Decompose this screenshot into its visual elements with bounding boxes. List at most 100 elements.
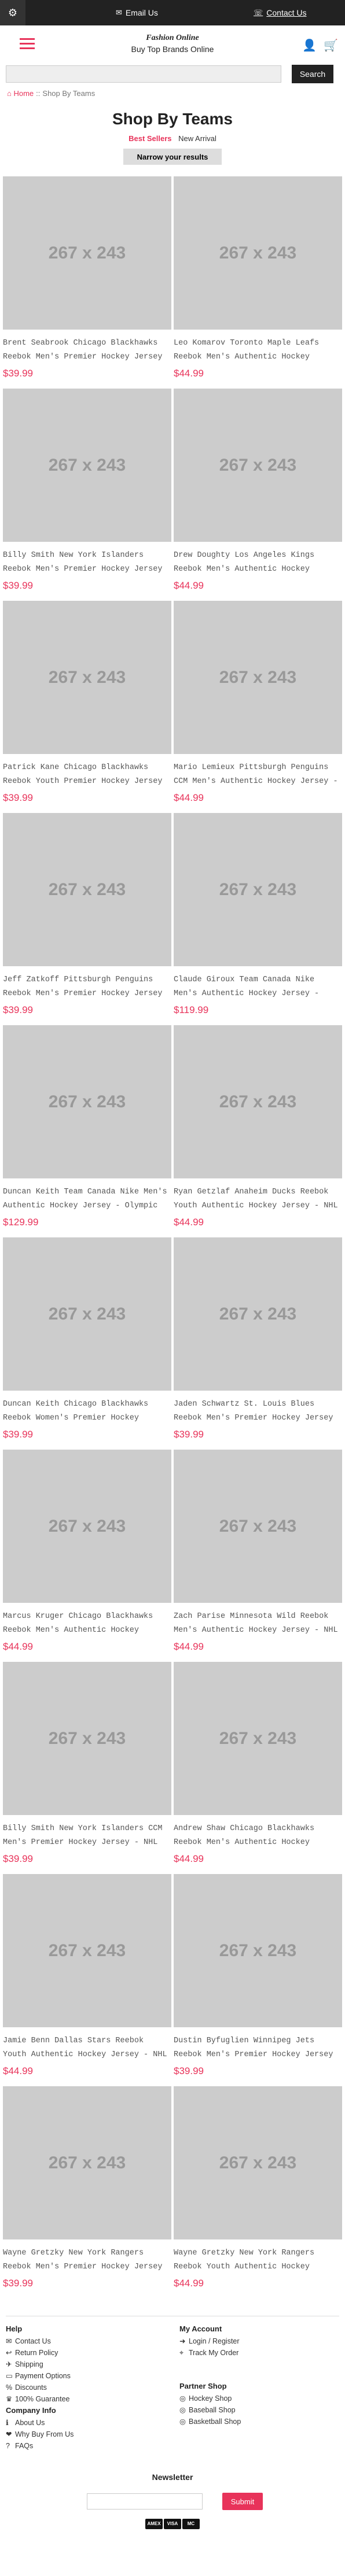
product-card[interactable]: 267 x 243 Ryan Getzlaf Anaheim Ducks Reeb… — [174, 1025, 342, 1237]
brand-tagline: Buy Top Brands Online — [131, 45, 214, 54]
search-input[interactable] — [6, 65, 281, 83]
sort-tabs: Best Sellers New Arrival — [0, 134, 345, 143]
product-card[interactable]: 267 x 243 Wayne Gretzky New York Rangers … — [3, 2086, 171, 2298]
product-name[interactable]: Wayne Gretzky New York Rangers Reebok Me… — [3, 2246, 171, 2274]
product-card[interactable]: 267 x 243 Drew Doughty Los Angeles Kings … — [174, 389, 342, 600]
product-card[interactable]: 267 x 243 Billy Smith New York Islanders … — [3, 1662, 171, 1873]
product-name[interactable]: Claude Giroux Team Canada Nike Men's Aut… — [174, 973, 342, 1001]
product-card[interactable]: 267 x 243 Mario Lemieux Pittsburgh Pengui… — [174, 601, 342, 812]
footer-partner-link[interactable]: ◎ Basketball Shop — [179, 2416, 241, 2427]
footer-company-link[interactable]: ? FAQs — [6, 2440, 74, 2452]
product-name[interactable]: Jaden Schwartz St. Louis Blues Reebok Me… — [174, 1398, 342, 1425]
footer-help-link[interactable]: ♛ 100% Guarantee — [6, 2393, 74, 2405]
product-name[interactable]: Billy Smith New York Islanders Reebok Me… — [3, 549, 171, 576]
product-name[interactable]: Drew Doughty Los Angeles Kings Reebok Me… — [174, 549, 342, 576]
product-name[interactable]: Brent Seabrook Chicago Blackhawks Reebok… — [3, 337, 171, 364]
product-card[interactable]: 267 x 243 Duncan Keith Chicago Blackhawks… — [3, 1237, 171, 1449]
product-name[interactable]: Billy Smith New York Islanders CCM Men's… — [3, 1822, 171, 1850]
email-us-link[interactable]: ✉ Email Us — [116, 0, 158, 25]
brand-logo[interactable]: Fashion Online Buy Top Brands Online — [0, 34, 345, 54]
product-card[interactable]: 267 x 243 Brent Seabrook Chicago Blackhaw… — [3, 176, 171, 388]
search-button[interactable]: Search — [292, 65, 333, 83]
product-price: $44.99 — [174, 792, 204, 803]
product-image[interactable]: 267 x 243 — [174, 389, 342, 542]
product-card[interactable]: 267 x 243 Dustin Byfuglien Winnipeg Jets … — [174, 1874, 342, 2086]
product-image[interactable]: 267 x 243 — [3, 1450, 171, 1603]
product-card[interactable]: 267 x 243 Wayne Gretzky New York Rangers … — [174, 2086, 342, 2298]
newsletter-section: Newsletter — [6, 2472, 339, 2482]
product-name[interactable]: Mario Lemieux Pittsburgh Penguins CCM Me… — [174, 761, 342, 789]
cart-icon[interactable]: 🛒 — [324, 38, 338, 53]
product-image[interactable]: 267 x 243 — [3, 1237, 171, 1391]
product-card[interactable]: 267 x 243 Andrew Shaw Chicago Blackhawks … — [174, 1662, 342, 1873]
product-name[interactable]: Ryan Getzlaf Anaheim Ducks Reebok Youth … — [174, 1185, 342, 1213]
product-name[interactable]: Andrew Shaw Chicago Blackhawks Reebok Me… — [174, 1822, 342, 1850]
product-price: $44.99 — [3, 1641, 33, 1652]
footer-help-link[interactable]: % Discounts — [6, 2382, 74, 2393]
product-card[interactable]: 267 x 243 Jaden Schwartz St. Louis Blues … — [174, 1237, 342, 1449]
product-image[interactable]: 267 x 243 — [174, 2086, 342, 2239]
product-price: $39.99 — [3, 1429, 33, 1440]
product-name[interactable]: Zach Parise Minnesota Wild Reebok Men's … — [174, 1610, 342, 1638]
product-name[interactable]: Jeff Zatkoff Pittsburgh Penguins Reebok … — [3, 973, 171, 1001]
product-image[interactable]: 267 x 243 — [3, 176, 171, 330]
product-card[interactable]: 267 x 243 Zach Parise Minnesota Wild Reeb… — [174, 1450, 342, 1661]
footer-help-link[interactable]: ↩ Return Policy — [6, 2347, 74, 2359]
newsletter-submit-button[interactable]: Submit — [222, 2493, 263, 2510]
product-name[interactable]: Wayne Gretzky New York Rangers Reebok Yo… — [174, 2246, 342, 2274]
breadcrumb-separator: :: — [36, 88, 41, 98]
sort-best-sellers[interactable]: Best Sellers — [129, 134, 171, 143]
footer-account-link[interactable]: ⌖ Track My Order — [179, 2347, 241, 2359]
product-card[interactable]: 267 x 243 Jeff Zatkoff Pittsburgh Penguin… — [3, 813, 171, 1025]
footer-company-link-icon: ❤ — [6, 2430, 12, 2438]
product-card[interactable]: 267 x 243 Jamie Benn Dallas Stars Reebok … — [3, 1874, 171, 2086]
product-card[interactable]: 267 x 243 Leo Komarov Toronto Maple Leafs… — [174, 176, 342, 388]
product-image[interactable]: 267 x 243 — [174, 1025, 342, 1178]
footer-account-link[interactable]: ➜ Login / Register — [179, 2335, 241, 2347]
footer-partner-link[interactable]: ◎ Baseball Shop — [179, 2404, 241, 2416]
product-image[interactable]: 267 x 243 — [3, 1025, 171, 1178]
product-image[interactable]: 267 x 243 — [3, 1874, 171, 2027]
product-card[interactable]: 267 x 243 Marcus Kruger Chicago Blackhawk… — [3, 1450, 171, 1661]
product-name[interactable]: Duncan Keith Team Canada Nike Men's Auth… — [3, 1185, 171, 1213]
product-card[interactable]: 267 x 243 Claude Giroux Team Canada Nike … — [174, 813, 342, 1025]
sort-new-arrival[interactable]: New Arrival — [178, 134, 216, 143]
footer-company-link-icon: ? — [6, 2442, 10, 2450]
product-image[interactable]: 267 x 243 — [174, 813, 342, 966]
product-image[interactable]: 267 x 243 — [174, 601, 342, 754]
product-card[interactable]: 267 x 243 Duncan Keith Team Canada Nike M… — [3, 1025, 171, 1237]
product-name[interactable]: Marcus Kruger Chicago Blackhawks Reebok … — [3, 1610, 171, 1638]
footer-help-link[interactable]: ✈ Shipping — [6, 2359, 74, 2370]
contact-us-link[interactable]: ☏ Contact Us — [254, 0, 307, 25]
newsletter-email-input[interactable] — [87, 2493, 203, 2510]
user-icon[interactable]: 👤 — [302, 38, 317, 53]
product-image[interactable]: 267 x 243 — [174, 1874, 342, 2027]
product-image[interactable]: 267 x 243 — [3, 601, 171, 754]
home-icon: ⌂ — [7, 88, 12, 98]
product-name[interactable]: Jamie Benn Dallas Stars Reebok Youth Aut… — [3, 2034, 171, 2062]
product-image[interactable]: 267 x 243 — [3, 1662, 171, 1815]
footer-help-link[interactable]: ▭ Payment Options — [6, 2370, 74, 2382]
product-image[interactable]: 267 x 243 — [3, 813, 171, 966]
product-name[interactable]: Duncan Keith Chicago Blackhawks Reebok W… — [3, 1398, 171, 1425]
product-image[interactable]: 267 x 243 — [174, 1237, 342, 1391]
footer-help-link[interactable]: ✉ Contact Us — [6, 2335, 74, 2347]
product-image[interactable]: 267 x 243 — [174, 1450, 342, 1603]
product-card[interactable]: 267 x 243 Patrick Kane Chicago Blackhawks… — [3, 601, 171, 812]
footer-partner-link[interactable]: ◎ Hockey Shop — [179, 2393, 241, 2404]
product-image[interactable]: 267 x 243 — [3, 2086, 171, 2239]
breadcrumb-home[interactable]: ⌂ Home — [7, 89, 34, 98]
settings-button[interactable]: ⚙ — [0, 0, 25, 25]
payment-card-icon: VISA — [164, 2519, 181, 2529]
product-name[interactable]: Patrick Kane Chicago Blackhawks Reebok Y… — [3, 761, 171, 789]
product-image[interactable]: 267 x 243 — [174, 176, 342, 330]
product-card[interactable]: 267 x 243 Billy Smith New York Islanders … — [3, 389, 171, 600]
narrow-results-button[interactable]: Narrow your results — [123, 149, 222, 165]
footer-partner-title: Partner Shop — [179, 2382, 227, 2390]
footer-company-link[interactable]: ℹ About Us — [6, 2417, 74, 2429]
product-name[interactable]: Leo Komarov Toronto Maple Leafs Reebok M… — [174, 337, 342, 364]
product-name[interactable]: Dustin Byfuglien Winnipeg Jets Reebok Me… — [174, 2034, 342, 2062]
footer-company-link[interactable]: ❤ Why Buy From Us — [6, 2429, 74, 2440]
product-image[interactable]: 267 x 243 — [3, 389, 171, 542]
product-image[interactable]: 267 x 243 — [174, 1662, 342, 1815]
